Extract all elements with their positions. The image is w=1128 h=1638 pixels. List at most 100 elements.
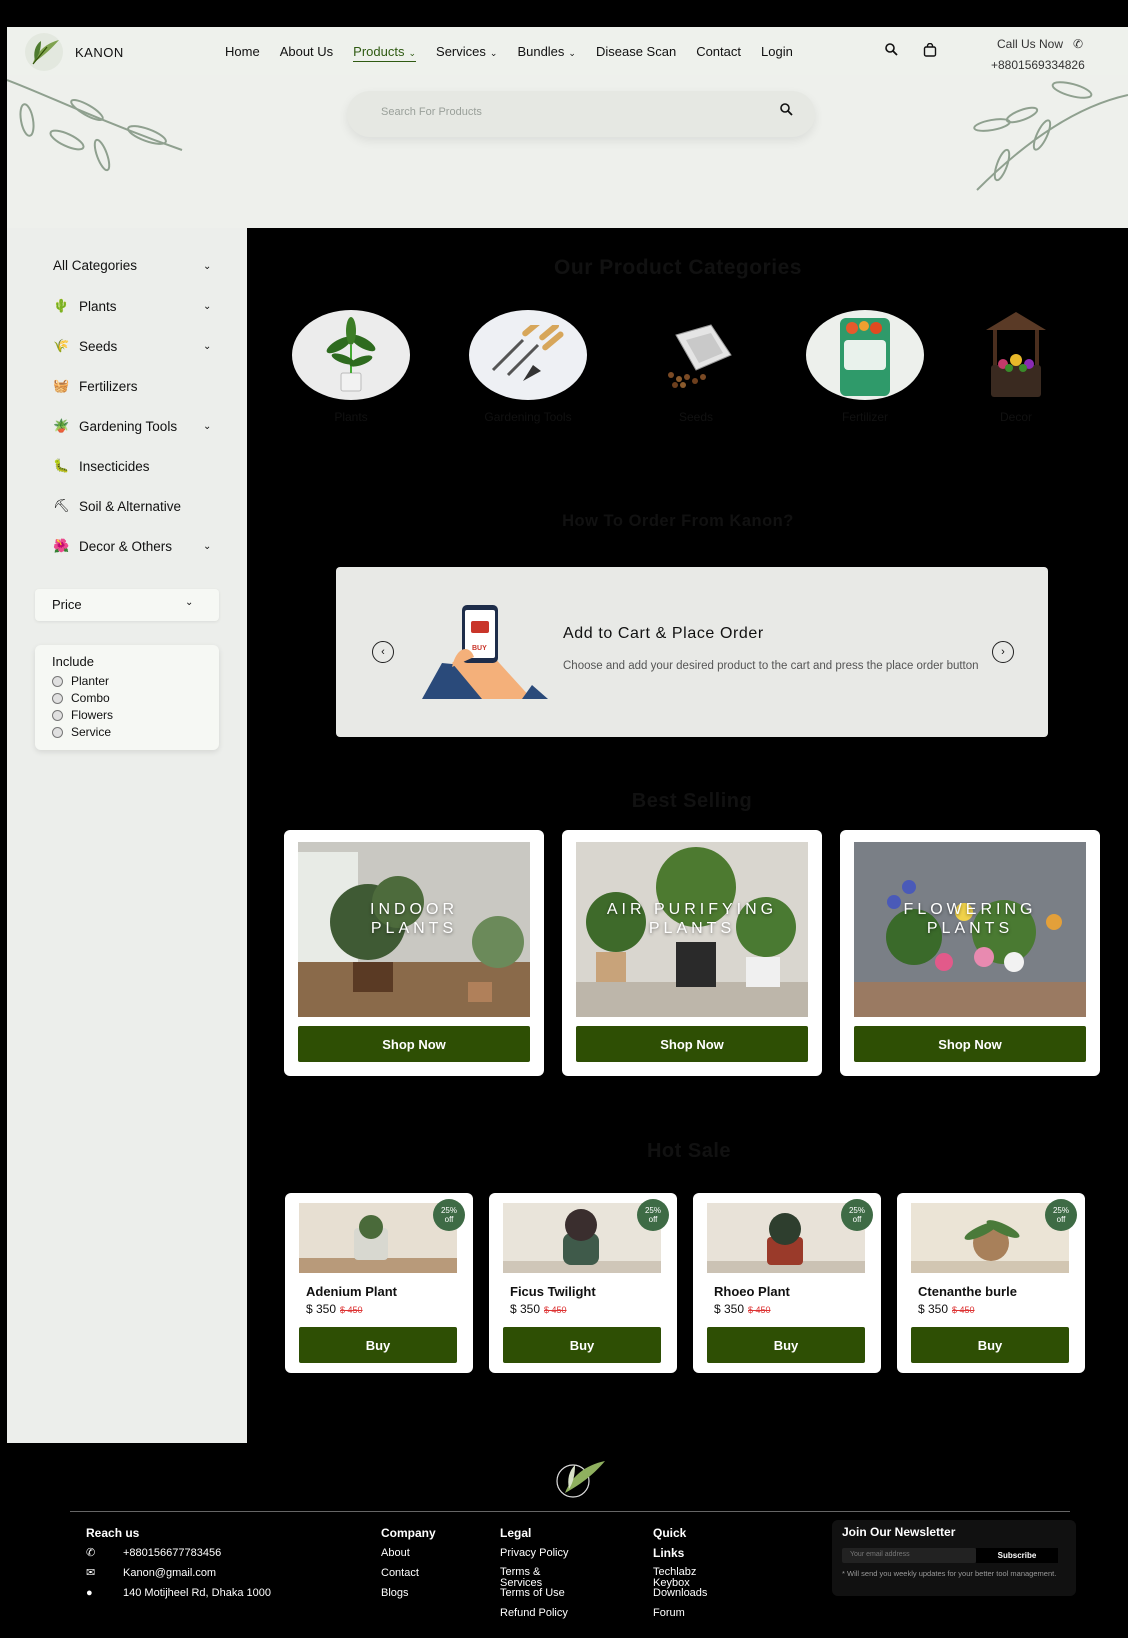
- carousel-prev-icon[interactable]: ‹: [372, 641, 394, 663]
- category-plants[interactable]: Plants: [292, 310, 410, 424]
- newsletter-box: Join Our Newsletter Your email address S…: [832, 1520, 1076, 1596]
- footer-leaf-logo-icon[interactable]: [553, 1457, 609, 1499]
- best-selling-card: INDOOR PLANTS Shop Now: [284, 830, 544, 1076]
- price-current: $ 350: [714, 1302, 745, 1316]
- product-price: $ 350 $ 450: [306, 1302, 363, 1316]
- footer-address-row[interactable]: ● 140 Motijheel Rd, Dhaka 1000: [86, 1583, 271, 1603]
- sidebar-item-decor[interactable]: 🌺 Decor & Others: [53, 538, 172, 554]
- nav-disease-scan[interactable]: Disease Scan: [596, 44, 676, 62]
- include-option-flowers[interactable]: Flowers: [52, 708, 113, 722]
- product-card: 25% off Rhoeo Plant $ 350 $ 450 Buy: [693, 1193, 881, 1373]
- chevron-down-icon[interactable]: ⌄: [203, 541, 211, 552]
- badge-percent: 25%: [440, 1206, 457, 1215]
- footer-link-forum[interactable]: Forum: [653, 1603, 685, 1620]
- buy-button[interactable]: Buy: [707, 1327, 865, 1363]
- price-old: $ 450: [952, 1305, 975, 1315]
- sidebar-all-categories[interactable]: All Categories: [53, 258, 137, 273]
- footer-heading: Company: [381, 1526, 436, 1540]
- shopping-bag-icon[interactable]: [923, 42, 937, 60]
- header-phone: +8801569334826: [991, 58, 1085, 72]
- nav-services[interactable]: Services ⌄: [436, 44, 497, 62]
- buy-button[interactable]: Buy: [503, 1327, 661, 1363]
- sidebar-item-fertilizers[interactable]: 🧺 Fertilizers: [53, 378, 138, 394]
- seeds-bag-icon: [637, 310, 755, 400]
- footer-email-row[interactable]: ✉ Kanon@gmail.com: [86, 1563, 271, 1583]
- mail-icon: ✉: [86, 1567, 96, 1579]
- nav-home[interactable]: Home: [225, 44, 260, 62]
- fertilizer-icon: 🧺: [53, 378, 70, 393]
- footer-phone-row[interactable]: ✆ +880156677783456: [86, 1543, 271, 1563]
- nav-products-label: Products: [353, 44, 405, 59]
- radio-button[interactable]: [52, 692, 63, 704]
- search-bar[interactable]: Search For Products: [347, 91, 815, 137]
- footer-link-contact[interactable]: Contact: [381, 1563, 436, 1583]
- footer-link-privacy[interactable]: Privacy Policy: [500, 1543, 580, 1563]
- search-icon[interactable]: [885, 43, 898, 59]
- category-label: Decor: [999, 410, 1032, 424]
- how-to-order-title: How To Order From Kanon?: [562, 512, 794, 530]
- card-title-line1: FLOWERING: [903, 901, 1037, 918]
- sidebar-item-label: Insecticides: [79, 458, 150, 474]
- nav-products[interactable]: Products ⌄: [353, 44, 417, 62]
- product-name[interactable]: Ctenanthe burle: [918, 1284, 1017, 1299]
- carousel-next-icon[interactable]: ›: [992, 641, 1014, 663]
- category-decor[interactable]: Decor: [957, 310, 1075, 424]
- include-option-combo[interactable]: Combo: [52, 691, 110, 705]
- search-input[interactable]: Search For Products: [381, 106, 482, 118]
- sidebar-item-seeds[interactable]: 🌾 Seeds: [53, 338, 117, 354]
- shop-now-button[interactable]: Shop Now: [576, 1026, 808, 1062]
- buy-button[interactable]: Buy: [299, 1327, 457, 1363]
- footer-link-blogs[interactable]: Blogs: [381, 1583, 436, 1603]
- footer-link-refund[interactable]: Refund Policy: [500, 1603, 580, 1623]
- badge-percent: 25%: [1052, 1206, 1069, 1215]
- sidebar-item-gardening-tools[interactable]: 🪴 Gardening Tools: [53, 418, 177, 434]
- leaf-logo-icon: [25, 33, 63, 71]
- chevron-down-icon[interactable]: ⌄: [203, 301, 211, 312]
- price-old: $ 450: [544, 1305, 567, 1315]
- category-label: Gardening Tools: [484, 410, 572, 424]
- badge-off: off: [852, 1215, 862, 1224]
- footer-link-about[interactable]: About: [381, 1543, 436, 1563]
- price-filter-dropdown[interactable]: Price ⌄: [35, 589, 219, 621]
- shop-now-button[interactable]: Shop Now: [854, 1026, 1086, 1062]
- decor-icon: 🌺: [53, 538, 70, 553]
- radio-button[interactable]: [52, 675, 63, 687]
- nav-contact[interactable]: Contact: [696, 44, 741, 62]
- product-name[interactable]: Ficus Twilight: [510, 1284, 596, 1299]
- radio-button[interactable]: [52, 726, 63, 738]
- sidebar-item-soil[interactable]: ⛏ Soil & Alternative: [53, 498, 181, 514]
- include-option-planter[interactable]: Planter: [52, 674, 109, 688]
- product-name[interactable]: Adenium Plant: [306, 1284, 397, 1299]
- footer-link-techlabz[interactable]: Techlabz Keybox: [653, 1563, 719, 1589]
- footer-link-terms-services[interactable]: Terms & Services: [500, 1563, 580, 1589]
- chevron-down-icon[interactable]: ⌄: [203, 421, 211, 432]
- sidebar-item-plants[interactable]: 🌵 Plants: [53, 298, 117, 314]
- subscribe-button[interactable]: Subscribe: [976, 1548, 1058, 1563]
- buy-button[interactable]: Buy: [911, 1327, 1069, 1363]
- footer-link-terms-of-use[interactable]: Terms of Use: [500, 1583, 580, 1603]
- category-fertilizer[interactable]: Fertilizer: [806, 310, 924, 424]
- footer-link-downloads[interactable]: Downloads: [653, 1583, 719, 1603]
- chevron-down-icon[interactable]: ⌄: [203, 341, 211, 352]
- nav-about-us[interactable]: About Us: [280, 44, 333, 62]
- newsletter-email-input[interactable]: Your email address: [842, 1548, 976, 1563]
- category-seeds[interactable]: Seeds: [637, 310, 755, 424]
- soil-icon: ⛏: [53, 498, 70, 513]
- nav-login[interactable]: Login: [761, 44, 793, 62]
- option-label: Planter: [71, 674, 110, 688]
- discount-badge: 25% off: [841, 1199, 873, 1231]
- radio-button[interactable]: [52, 709, 63, 721]
- logo[interactable]: KANON: [25, 33, 124, 71]
- include-option-service[interactable]: Service: [52, 725, 111, 739]
- filter-sidebar: All Categories ⌄ 🌵 Plants ⌄ 🌾 Seeds ⌄ 🧺 Fer…: [7, 228, 247, 1443]
- search-icon[interactable]: [780, 103, 793, 119]
- best-selling-card: AIR PURIFYING PLANTS Shop Now: [562, 830, 822, 1076]
- product-name[interactable]: Rhoeo Plant: [714, 1284, 790, 1299]
- sidebar-item-insecticides[interactable]: 🐛 Insecticides: [53, 458, 150, 474]
- category-gardening-tools[interactable]: Gardening Tools: [469, 310, 587, 424]
- chevron-down-icon[interactable]: ⌄: [203, 261, 211, 272]
- product-price: $ 350 $ 450: [510, 1302, 567, 1316]
- shop-now-button[interactable]: Shop Now: [298, 1026, 530, 1062]
- call-us-block[interactable]: Call Us Now ✆ +8801569334826: [991, 34, 1085, 76]
- nav-bundles[interactable]: Bundles ⌄: [517, 44, 576, 62]
